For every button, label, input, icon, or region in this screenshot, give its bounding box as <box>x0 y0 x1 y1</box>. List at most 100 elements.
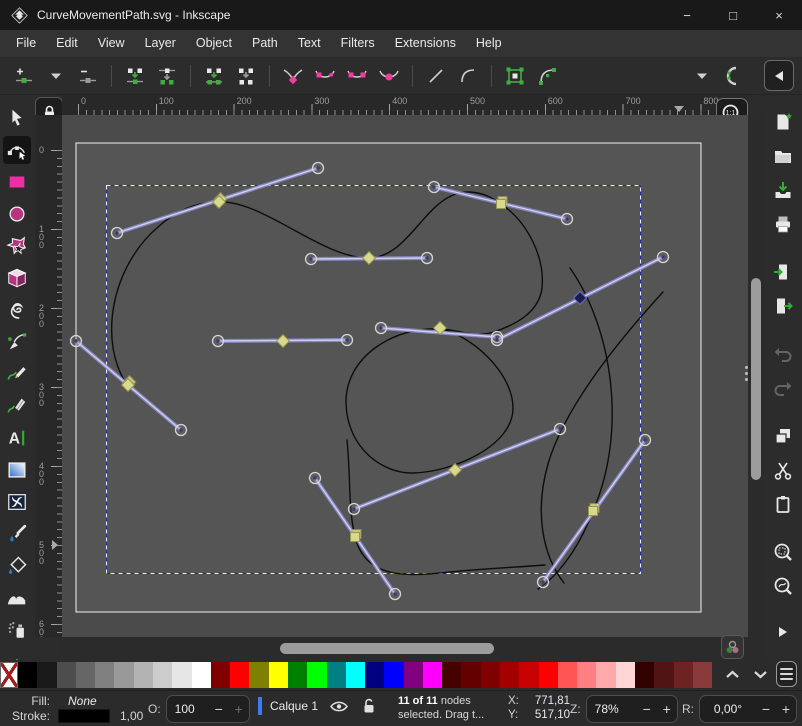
color-swatch[interactable] <box>442 662 461 688</box>
toolbar-more-options-button[interactable] <box>686 60 718 92</box>
opacity-spinbox[interactable]: 100 − + <box>166 695 250 723</box>
horizontal-scrollbar-thumb[interactable] <box>280 643 494 654</box>
tool-text[interactable]: A <box>3 424 31 452</box>
cut-button[interactable] <box>770 457 796 483</box>
color-swatch[interactable] <box>134 662 153 688</box>
menu-object[interactable]: Object <box>186 30 242 57</box>
menu-edit[interactable]: Edit <box>46 30 88 57</box>
delete-node-button[interactable] <box>72 60 104 92</box>
current-layer-name[interactable]: Calque 1 <box>270 699 318 713</box>
zoom-increase-button[interactable]: + <box>657 701 677 717</box>
color-swatch[interactable] <box>327 662 346 688</box>
insert-node-button[interactable] <box>8 60 40 92</box>
color-swatch[interactable] <box>114 662 133 688</box>
color-swatch[interactable] <box>307 662 326 688</box>
tool-selector[interactable] <box>3 104 31 132</box>
color-swatch[interactable] <box>249 662 268 688</box>
color-swatch[interactable] <box>500 662 519 688</box>
stroke-to-path-button[interactable] <box>531 60 563 92</box>
zoom-spinbox[interactable]: 78% − + <box>586 695 678 723</box>
stroke-width-value[interactable]: 1,00 <box>120 709 143 723</box>
tool-calligraphy[interactable] <box>3 392 31 420</box>
color-swatch[interactable] <box>288 662 307 688</box>
color-swatch[interactable] <box>269 662 288 688</box>
redo-button[interactable] <box>770 375 796 401</box>
layer-visibility-toggle[interactable] <box>330 700 348 713</box>
join-with-segment-button[interactable] <box>198 60 230 92</box>
horizontal-scrollbar[interactable] <box>62 637 748 660</box>
make-auto-button[interactable] <box>373 60 405 92</box>
color-swatch[interactable] <box>230 662 249 688</box>
object-to-path-button[interactable] <box>499 60 531 92</box>
rotation-spinbox[interactable]: 0,00° − + <box>699 695 797 723</box>
tool-tweak[interactable] <box>3 584 31 612</box>
delete-segment-button[interactable] <box>230 60 262 92</box>
rotation-value[interactable]: 0,00° <box>700 702 756 716</box>
paste-button[interactable] <box>770 491 796 517</box>
tool-paint-bucket[interactable] <box>3 552 31 580</box>
fill-value[interactable]: None <box>68 694 97 708</box>
import-button[interactable] <box>770 259 796 285</box>
tool-dropper[interactable] <box>3 520 31 548</box>
path-node-square[interactable] <box>497 200 506 209</box>
color-swatch[interactable] <box>423 662 442 688</box>
menu-text[interactable]: Text <box>288 30 331 57</box>
layer-lock-toggle[interactable] <box>362 698 376 714</box>
collapse-panel-button[interactable] <box>764 60 794 91</box>
color-swatch[interactable] <box>693 662 712 688</box>
rotation-increase-button[interactable]: + <box>776 701 796 717</box>
tool-pen[interactable] <box>3 328 31 356</box>
color-swatch[interactable] <box>674 662 693 688</box>
color-swatch[interactable] <box>461 662 480 688</box>
zoom-value[interactable]: 78% <box>587 702 637 716</box>
tool-mesh-gradient[interactable] <box>3 488 31 516</box>
maximize-button[interactable]: □ <box>710 0 756 30</box>
color-swatch[interactable] <box>481 662 500 688</box>
show-transform-handles-button[interactable] <box>718 60 750 92</box>
minimize-button[interactable]: − <box>664 0 710 30</box>
color-swatch[interactable] <box>365 662 384 688</box>
color-swatch[interactable] <box>172 662 191 688</box>
color-swatch[interactable] <box>192 662 211 688</box>
zoom-drawing-button[interactable] <box>770 573 796 599</box>
color-management-button[interactable] <box>721 635 744 659</box>
save-document-button[interactable] <box>770 177 796 203</box>
rotation-decrease-button[interactable]: − <box>756 701 776 717</box>
segment-curve-button[interactable] <box>452 60 484 92</box>
color-swatch[interactable] <box>577 662 596 688</box>
opacity-increase-button[interactable]: + <box>229 701 249 717</box>
tool-spray[interactable] <box>3 616 31 644</box>
color-swatch[interactable] <box>153 662 172 688</box>
print-button[interactable] <box>770 211 796 237</box>
vertical-ruler[interactable]: 0100200300400500600 <box>35 115 62 637</box>
path-node-square[interactable] <box>351 533 360 542</box>
vertical-scrollbar-thumb[interactable] <box>751 278 761 480</box>
color-swatch[interactable] <box>18 662 37 688</box>
color-swatch[interactable] <box>95 662 114 688</box>
color-swatch[interactable] <box>57 662 76 688</box>
menu-layer[interactable]: Layer <box>135 30 186 57</box>
break-nodes-button[interactable] <box>151 60 183 92</box>
tool-rectangle[interactable] <box>3 168 31 196</box>
stroke-color-swatch[interactable] <box>58 709 110 723</box>
open-document-button[interactable] <box>770 143 796 169</box>
color-swatch[interactable] <box>404 662 423 688</box>
tool-spiral[interactable] <box>3 296 31 324</box>
color-swatch-none[interactable] <box>0 662 18 688</box>
tool-ellipse[interactable] <box>3 200 31 228</box>
menu-extensions[interactable]: Extensions <box>385 30 466 57</box>
palette-menu-button[interactable] <box>776 661 797 687</box>
vertical-scrollbar[interactable] <box>748 115 764 637</box>
color-swatch[interactable] <box>37 662 56 688</box>
tool-pencil[interactable] <box>3 360 31 388</box>
color-swatch[interactable] <box>76 662 95 688</box>
palette-scroll-up-button[interactable] <box>722 666 742 682</box>
undo-button[interactable] <box>770 341 796 367</box>
color-swatch[interactable] <box>616 662 635 688</box>
make-corner-button[interactable] <box>277 60 309 92</box>
new-document-button[interactable] <box>770 109 796 135</box>
menu-file[interactable]: File <box>6 30 46 57</box>
opacity-value[interactable]: 100 <box>167 702 209 716</box>
horizontal-ruler[interactable]: 0100200300400500600700800 <box>62 95 746 115</box>
insert-node-options-button[interactable] <box>40 60 72 92</box>
